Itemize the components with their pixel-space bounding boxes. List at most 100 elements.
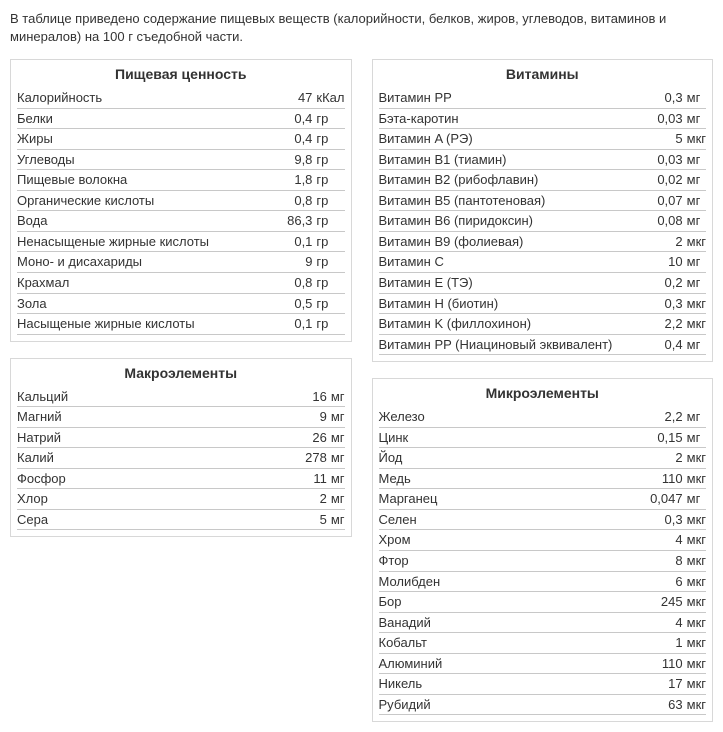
row-name: Органические кислоты — [17, 190, 281, 211]
row-value: 10 — [651, 252, 682, 273]
row-value: 1 — [644, 633, 683, 654]
table-row: Ванадий4мкг — [379, 612, 707, 633]
row-unit: мкг — [683, 653, 706, 674]
table-row: Насыщеные жирные кислоты0,1гр — [17, 314, 345, 335]
row-name: Витамин B9 (фолиевая) — [379, 231, 652, 252]
row-unit: гр — [312, 252, 344, 273]
row-unit: мкг — [683, 674, 706, 695]
row-value: 0,08 — [651, 211, 682, 232]
row-unit: мг — [683, 108, 706, 129]
row-unit: мкг — [683, 129, 706, 150]
intro-text: В таблице приведено содержание пищевых в… — [10, 10, 713, 45]
table-row: Магний9мг — [17, 407, 345, 428]
right-column: Витамины Витамин PP0,3мгБэта-каротин0,03… — [372, 59, 714, 722]
table-row: Витамин PP (Ниациновый эквивалент)0,4мг — [379, 334, 707, 355]
row-name: Селен — [379, 509, 645, 530]
row-unit: гр — [312, 211, 344, 232]
vitamins-title: Витамины — [379, 62, 707, 88]
row-unit: мг — [683, 407, 706, 427]
row-unit: гр — [312, 273, 344, 294]
row-unit: мг — [683, 334, 706, 355]
table-row: Крахмал0,8гр — [17, 273, 345, 294]
content-columns: Пищевая ценность Калорийность47кКалБелки… — [10, 59, 713, 722]
table-row: Молибден6мкг — [379, 571, 707, 592]
row-name: Йод — [379, 448, 645, 469]
row-name: Витамин K (филлохинон) — [379, 314, 652, 335]
row-name: Натрий — [17, 427, 299, 448]
row-value: 0,3 — [644, 509, 683, 530]
row-name: Фосфор — [17, 468, 299, 489]
row-value: 0,5 — [281, 293, 312, 314]
table-row: Рубидий63мкг — [379, 694, 707, 715]
row-value: 0,02 — [651, 170, 682, 191]
table-row: Калий278мг — [17, 448, 345, 469]
row-unit: гр — [312, 129, 344, 150]
row-name: Бэта-каротин — [379, 108, 652, 129]
table-row: Медь110мкг — [379, 468, 707, 489]
micro-panel: Микроэлементы Железо2,2мгЦинк0,15мгЙод2м… — [372, 378, 714, 722]
row-value: 0,03 — [651, 108, 682, 129]
row-unit: мкг — [683, 468, 706, 489]
row-unit: мг — [327, 407, 345, 428]
row-name: Насыщеные жирные кислоты — [17, 314, 281, 335]
row-value: 0,3 — [651, 293, 682, 314]
table-row: Витамин PP0,3мг — [379, 88, 707, 108]
table-row: Пищевые волокна1,8гр — [17, 170, 345, 191]
row-unit: гр — [312, 314, 344, 335]
table-row: Ненасыщеные жирные кислоты0,1гр — [17, 231, 345, 252]
table-row: Селен0,3мкг — [379, 509, 707, 530]
row-value: 0,8 — [281, 190, 312, 211]
row-name: Витамин B2 (рибофлавин) — [379, 170, 652, 191]
row-value: 2 — [299, 489, 327, 510]
table-row: Углеводы9,8гр — [17, 149, 345, 170]
row-name: Хром — [379, 530, 645, 551]
row-value: 2,2 — [644, 407, 683, 427]
row-value: 63 — [644, 694, 683, 715]
row-unit: мг — [327, 509, 345, 530]
table-row: Кобальт1мкг — [379, 633, 707, 654]
row-name: Кальций — [17, 387, 299, 407]
row-value: 8 — [644, 551, 683, 572]
row-unit: мг — [683, 252, 706, 273]
row-value: 0,8 — [281, 273, 312, 294]
nutrition-panel: Пищевая ценность Калорийность47кКалБелки… — [10, 59, 352, 342]
row-unit: мг — [683, 149, 706, 170]
row-unit: мг — [683, 170, 706, 191]
row-value: 4 — [644, 612, 683, 633]
row-name: Зола — [17, 293, 281, 314]
row-unit: мг — [683, 489, 706, 510]
table-row: Моно- и дисахариды9гр — [17, 252, 345, 273]
row-value: 26 — [299, 427, 327, 448]
table-row: Витамин C10мг — [379, 252, 707, 273]
row-value: 11 — [299, 468, 327, 489]
row-value: 1,8 — [281, 170, 312, 191]
row-name: Фтор — [379, 551, 645, 572]
micro-table: Железо2,2мгЦинк0,15мгЙод2мкгМедь110мкгМа… — [379, 407, 707, 715]
row-unit: мг — [683, 273, 706, 294]
table-row: Витамин H (биотин)0,3мкг — [379, 293, 707, 314]
row-value: 5 — [651, 129, 682, 150]
table-row: Калорийность47кКал — [17, 88, 345, 108]
table-row: Витамин B6 (пиридоксин)0,08мг — [379, 211, 707, 232]
table-row: Никель17мкг — [379, 674, 707, 695]
row-unit: мкг — [683, 314, 706, 335]
row-unit: мг — [327, 427, 345, 448]
row-value: 0,1 — [281, 231, 312, 252]
table-row: Вода86,3гр — [17, 211, 345, 232]
row-name: Рубидий — [379, 694, 645, 715]
row-name: Витамин B6 (пиридоксин) — [379, 211, 652, 232]
row-name: Ненасыщеные жирные кислоты — [17, 231, 281, 252]
row-value: 278 — [299, 448, 327, 469]
table-row: Витамин A (РЭ)5мкг — [379, 129, 707, 150]
row-name: Витамин E (ТЭ) — [379, 273, 652, 294]
row-name: Алюминий — [379, 653, 645, 674]
row-value: 9 — [299, 407, 327, 428]
table-row: Фтор8мкг — [379, 551, 707, 572]
table-row: Витамин B2 (рибофлавин)0,02мг — [379, 170, 707, 191]
row-name: Моно- и дисахариды — [17, 252, 281, 273]
row-value: 0,4 — [651, 334, 682, 355]
table-row: Хлор2мг — [17, 489, 345, 510]
row-unit: мг — [683, 190, 706, 211]
row-name: Витамин C — [379, 252, 652, 273]
row-name: Хлор — [17, 489, 299, 510]
